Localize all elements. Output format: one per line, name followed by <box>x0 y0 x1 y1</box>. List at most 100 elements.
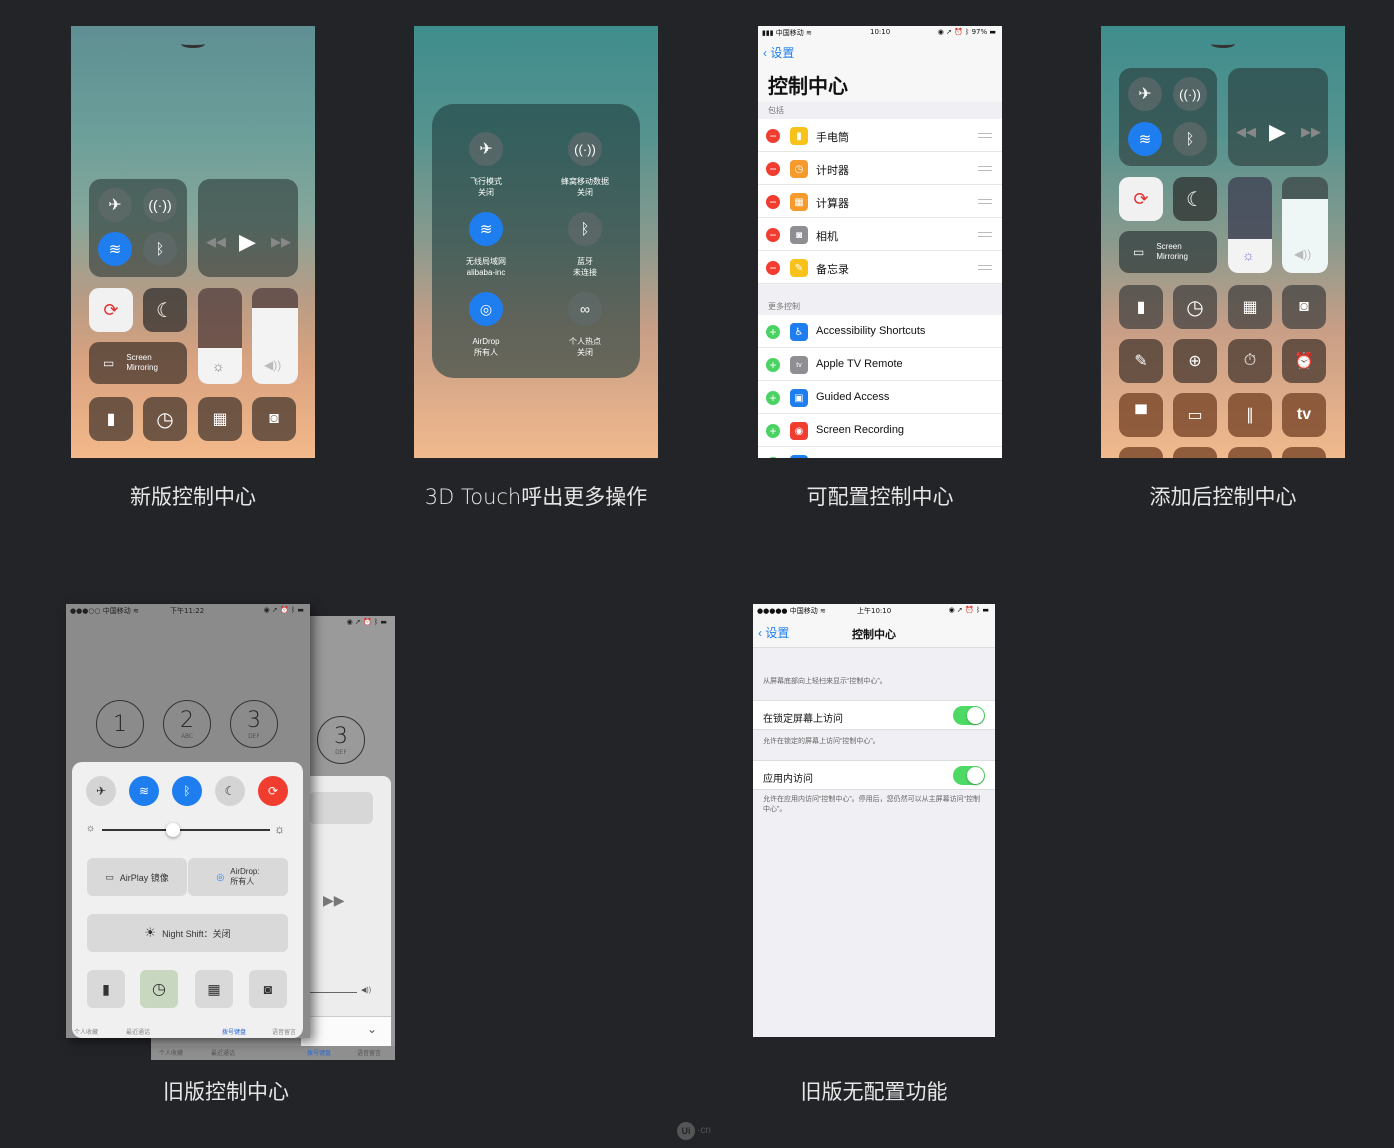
remove-icon[interactable]: − <box>766 129 780 143</box>
magnifier-button[interactable]: ⊕ <box>1173 339 1217 383</box>
forward-icon[interactable]: ▶▶ <box>1301 124 1321 140</box>
list-item[interactable]: + ◉ Screen Recording <box>758 414 1002 447</box>
cellular-icon[interactable]: ((·)) <box>1173 77 1207 111</box>
slider-thumb[interactable] <box>166 823 180 837</box>
airplane-icon[interactable]: ✈ <box>1128 77 1162 111</box>
airplane-icon[interactable]: ✈ <box>86 776 116 806</box>
keypad-key[interactable]: 3 DEF <box>317 716 365 764</box>
screen-recording-icon: ◉ <box>790 422 808 440</box>
screen-mirroring-button[interactable]: ▭ Screen Mirroring <box>1119 231 1217 273</box>
do-not-disturb-button[interactable]: ☾ <box>143 288 187 332</box>
calculator-button[interactable]: ▦ <box>195 970 233 1008</box>
timer-button[interactable]: ◷ <box>143 397 187 441</box>
add-icon[interactable]: + <box>766 391 780 405</box>
rewind-icon[interactable]: ◀◀ <box>1236 124 1256 140</box>
airdrop-button[interactable]: ◎ AirDrop: 所有人 <box>188 858 288 896</box>
alarm-button[interactable]: ⏰ <box>1282 339 1326 383</box>
lock-screen-row[interactable]: 在锁定屏幕上访问 <box>753 700 995 730</box>
bluetooth-icon[interactable]: ᛒ <box>1173 122 1207 156</box>
volume-slider[interactable]: ◀)) <box>252 288 298 384</box>
keypad-key[interactable]: 1 <box>96 700 144 748</box>
bluetooth-icon[interactable]: ᛒ <box>172 776 202 806</box>
remove-icon[interactable]: − <box>766 261 780 275</box>
camera-button[interactable]: ◙ <box>252 397 296 441</box>
apple-tv-button[interactable]: tv <box>1282 393 1326 437</box>
list-item[interactable]: − ▮ 手电筒 <box>758 119 1002 152</box>
music-tile[interactable] <box>1228 68 1328 166</box>
flashlight-button[interactable]: ▮ <box>1119 285 1163 329</box>
back-button[interactable]: ‹ 设置 <box>763 44 794 61</box>
timer-button[interactable]: ◷ <box>1173 285 1217 329</box>
camera-button[interactable]: ◙ <box>1282 285 1326 329</box>
chevron-down-icon[interactable] <box>1211 40 1235 48</box>
camera-button[interactable]: ◙ <box>249 970 287 1008</box>
bluetooth-icon[interactable]: ᛒ <box>568 212 602 246</box>
list-item[interactable]: + ♿ Accessibility Shortcuts <box>758 315 1002 348</box>
stopwatch-button[interactable]: ⏱ <box>1228 339 1272 383</box>
reorder-handle-icon[interactable] <box>978 133 992 138</box>
list-item[interactable]: − ◙ 相机 <box>758 218 1002 251</box>
orientation-lock-button[interactable]: ⟳ <box>89 288 133 332</box>
calculator-button[interactable]: ▦ <box>1228 285 1272 329</box>
remove-icon[interactable]: − <box>766 228 780 242</box>
brightness-slider[interactable]: ☼ <box>1228 177 1272 273</box>
add-icon[interactable]: + <box>766 325 780 339</box>
bluetooth-icon[interactable]: ᛒ <box>143 232 177 266</box>
remove-icon[interactable]: − <box>766 195 780 209</box>
play-icon[interactable]: ▶ <box>239 229 256 255</box>
reorder-handle-icon[interactable] <box>978 232 992 237</box>
list-item[interactable]: + ▣ Guided Access <box>758 381 1002 414</box>
list-item[interactable]: + <box>758 447 1002 458</box>
music-tile[interactable] <box>198 179 298 277</box>
volume-slider[interactable]: ◀)) <box>1282 177 1328 273</box>
forward-icon[interactable]: ▶▶ <box>271 234 291 250</box>
screen-mirroring-button[interactable]: ▭ Screen Mirroring <box>89 342 187 384</box>
do-not-disturb-button[interactable]: ☾ <box>1173 177 1217 221</box>
rewind-icon[interactable]: ◀◀ <box>206 234 226 250</box>
cellular-icon[interactable]: ((·)) <box>143 188 177 222</box>
orientation-lock-icon[interactable]: ⟳ <box>258 776 288 806</box>
low-power-button[interactable]: ▭ <box>1173 393 1217 437</box>
reorder-handle-icon[interactable] <box>978 199 992 204</box>
reorder-handle-icon[interactable] <box>978 166 992 171</box>
wifi-icon[interactable]: ≋ <box>129 776 159 806</box>
wifi-icon[interactable]: ≋ <box>469 212 503 246</box>
airplane-icon[interactable]: ✈ <box>469 132 503 166</box>
car-button[interactable]: ▀ <box>1119 393 1163 437</box>
list-item[interactable]: − ◷ 计时器 <box>758 152 1002 185</box>
in-app-row[interactable]: 应用内访问 <box>753 760 995 790</box>
calculator-button[interactable]: ▦ <box>198 397 242 441</box>
in-app-toggle[interactable] <box>953 766 985 785</box>
chevron-down-icon[interactable] <box>181 40 205 48</box>
brightness-slider[interactable]: ☼ <box>198 288 242 384</box>
orientation-lock-button[interactable]: ⟳ <box>1119 177 1163 221</box>
play-icon[interactable]: ▶ <box>1269 119 1286 145</box>
brightness-slider[interactable] <box>102 829 270 831</box>
flashlight-button[interactable]: ▮ <box>89 397 133 441</box>
wifi-icon[interactable]: ≋ <box>98 232 132 266</box>
hearing-button[interactable]: ∥ <box>1228 393 1272 437</box>
keypad-key[interactable]: 2 ABC <box>163 700 211 748</box>
list-item[interactable]: − ▦ 计算器 <box>758 185 1002 218</box>
list-item[interactable]: + tv Apple TV Remote <box>758 348 1002 381</box>
add-icon[interactable]: + <box>766 424 780 438</box>
hotspot-icon[interactable]: ∞ <box>568 292 602 326</box>
wifi-icon[interactable]: ≋ <box>1128 122 1162 156</box>
forward-icon[interactable]: ▶▶ <box>323 892 345 909</box>
reorder-handle-icon[interactable] <box>978 265 992 270</box>
chevron-down-icon[interactable]: ⌄ <box>367 1022 377 1036</box>
cellular-icon[interactable]: ((·)) <box>568 132 602 166</box>
night-shift-button[interactable]: ☀ Night Shift：关闭 <box>87 914 288 952</box>
airdrop-icon[interactable]: ◎ <box>469 292 503 326</box>
airplay-button[interactable]: ▭ AirPlay 镜像 <box>87 858 187 896</box>
notes-button[interactable]: ✎ <box>1119 339 1163 383</box>
list-item[interactable]: − ✎ 备忘录 <box>758 251 1002 284</box>
flashlight-button[interactable]: ▮ <box>87 970 125 1008</box>
timer-button[interactable]: ◷ <box>140 970 178 1008</box>
remove-icon[interactable]: − <box>766 162 780 176</box>
do-not-disturb-icon[interactable]: ☾ <box>215 776 245 806</box>
keypad-key[interactable]: 3 DEF <box>230 700 278 748</box>
lock-screen-toggle[interactable] <box>953 706 985 725</box>
add-icon[interactable]: + <box>766 358 780 372</box>
airplane-icon[interactable]: ✈ <box>98 188 132 222</box>
